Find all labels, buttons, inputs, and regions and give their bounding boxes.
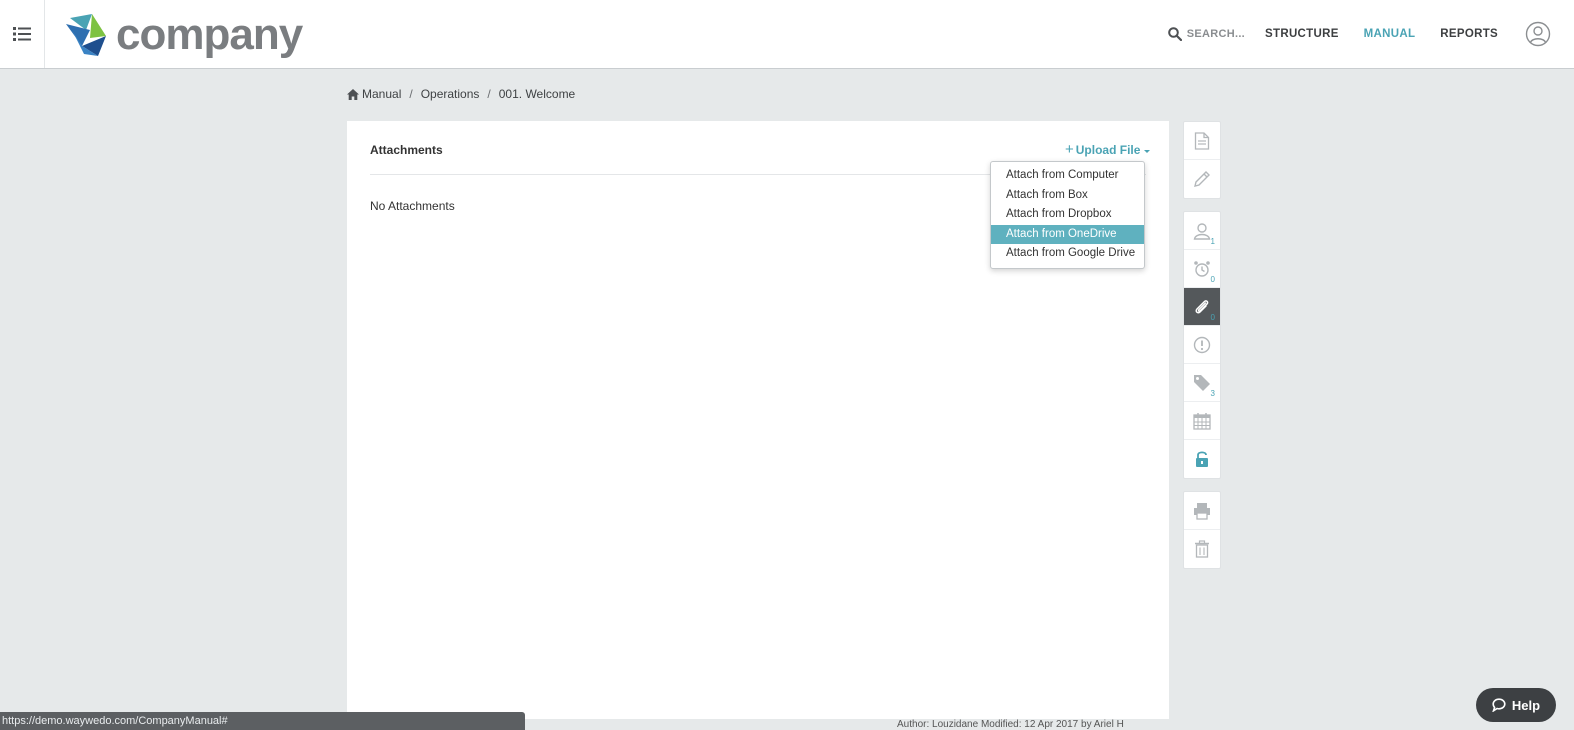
view-document-button[interactable]: [1184, 122, 1220, 160]
logo-text: company: [116, 10, 303, 59]
tags-button[interactable]: 3: [1184, 364, 1220, 402]
upload-file-label: Upload File: [1075, 143, 1141, 157]
edit-button[interactable]: [1184, 160, 1220, 198]
nav-structure[interactable]: STRUCTURE: [1265, 28, 1339, 40]
breadcrumb-manual[interactable]: Manual: [362, 87, 401, 101]
calendar-icon: [1193, 412, 1211, 430]
breadcrumb: Manual / Operations / 001. Welcome: [347, 87, 575, 101]
empty-message: No Attachments: [370, 199, 455, 213]
tags-count: 3: [1210, 389, 1215, 398]
toolbar-group-details: 1 0 0 3: [1183, 211, 1221, 479]
plus-icon: +: [1065, 141, 1074, 158]
menu-item-attach-computer[interactable]: Attach from Computer: [991, 166, 1144, 186]
breadcrumb-operations[interactable]: Operations: [421, 87, 480, 101]
delete-button[interactable]: [1184, 530, 1220, 568]
search-label: SEARCH...: [1186, 28, 1246, 40]
menu-item-attach-google-drive[interactable]: Attach from Google Drive: [991, 244, 1144, 264]
upload-file-button[interactable]: + Upload File: [1065, 141, 1151, 158]
reminders-button[interactable]: 0: [1184, 250, 1220, 288]
nav-manual[interactable]: MANUAL: [1364, 28, 1416, 40]
panel-title: Attachments: [370, 143, 443, 157]
pencil-icon: [1194, 171, 1210, 187]
breadcrumb-current[interactable]: 001. Welcome: [499, 87, 575, 101]
help-label: Help: [1511, 697, 1541, 713]
search-icon: [1167, 27, 1182, 41]
help-button[interactable]: Help: [1476, 688, 1556, 722]
alarm-icon: [1194, 260, 1210, 277]
document-icon: [1194, 131, 1210, 150]
issues-button[interactable]: [1184, 326, 1220, 364]
status-bar-url: https://demo.waywedo.com/CompanyManual#: [0, 712, 525, 730]
lock-icon: [1196, 451, 1208, 467]
menu-item-attach-onedrive[interactable]: Attach from OneDrive: [991, 224, 1144, 244]
search-button[interactable]: SEARCH...: [1167, 27, 1246, 41]
permissions-button[interactable]: [1184, 440, 1220, 478]
schedule-button[interactable]: [1184, 402, 1220, 440]
company-logo[interactable]: company: [62, 10, 303, 60]
owners-count: 1: [1210, 237, 1215, 246]
breadcrumb-separator: /: [487, 87, 491, 101]
menu-item-attach-box[interactable]: Attach from Box: [991, 186, 1144, 206]
trash-icon: [1195, 540, 1209, 558]
toolbar-group-edit: [1183, 121, 1221, 199]
toolbar-group-actions: [1183, 491, 1221, 569]
upload-dropdown-menu: Attach from Computer Attach from Box Att…: [990, 161, 1145, 269]
caret-down-icon: [1144, 149, 1151, 153]
page-meta-info: Author: Louzidane Modified: 12 Apr 2017 …: [897, 719, 1124, 730]
breadcrumb-separator: /: [409, 87, 413, 101]
attachments-panel: Attachments + Upload File No Attachments…: [347, 121, 1169, 719]
attachments-count: 0: [1210, 313, 1215, 322]
user-icon: [1193, 222, 1211, 240]
print-button[interactable]: [1184, 492, 1220, 530]
print-icon: [1194, 502, 1210, 520]
home-icon[interactable]: [347, 88, 359, 100]
menu-item-attach-dropbox[interactable]: Attach from Dropbox: [991, 205, 1144, 225]
chat-bubble-icon: [1492, 698, 1506, 712]
paperclip-icon: [1195, 299, 1209, 314]
menu-list-icon[interactable]: [0, 0, 45, 68]
top-navigation-bar: company SEARCH... STRUCTURE MANUAL REPOR…: [0, 0, 1574, 69]
logo-mark-icon: [66, 14, 106, 56]
attachments-button[interactable]: 0: [1184, 288, 1220, 326]
main-nav: SEARCH... STRUCTURE MANUAL REPORTS: [1167, 0, 1574, 68]
user-account-icon[interactable]: [1525, 21, 1551, 47]
owners-button[interactable]: 1: [1184, 212, 1220, 250]
alert-icon: [1193, 336, 1211, 353]
reminders-count: 0: [1210, 275, 1215, 284]
tag-icon: [1194, 374, 1210, 391]
nav-reports[interactable]: REPORTS: [1440, 28, 1498, 40]
